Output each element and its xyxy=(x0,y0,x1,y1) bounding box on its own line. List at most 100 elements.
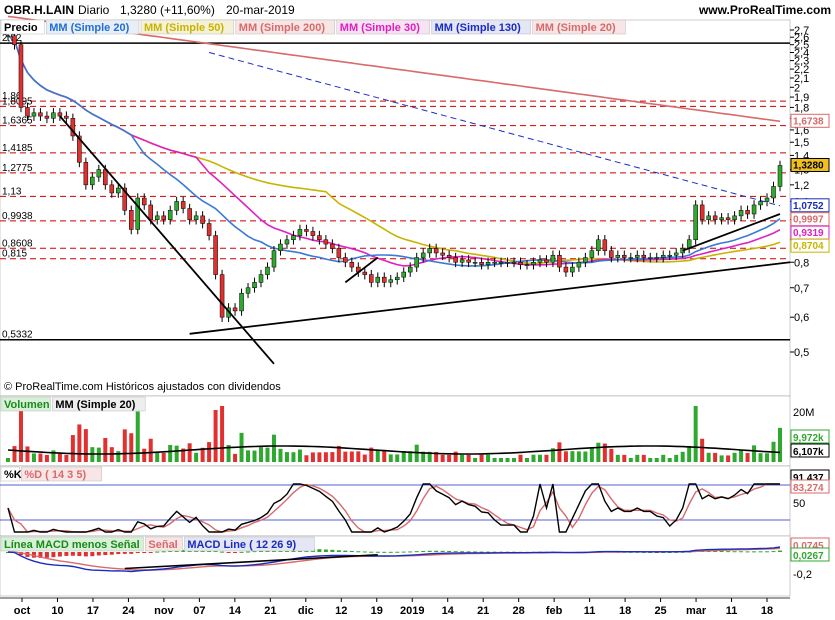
candle-body xyxy=(18,44,24,108)
volume-bar xyxy=(460,454,465,462)
volume-bar xyxy=(674,454,679,462)
candle-body xyxy=(161,215,166,220)
candle-body xyxy=(323,239,329,245)
macd-histogram-bar xyxy=(323,549,328,552)
macd-histogram-bar xyxy=(330,549,335,552)
macd-histogram-bar xyxy=(421,550,426,552)
volume-bar xyxy=(583,451,588,462)
candle-body xyxy=(479,262,484,265)
candle-body xyxy=(401,271,406,278)
candle-body xyxy=(96,169,102,178)
candle-body xyxy=(544,259,549,263)
volume-bar xyxy=(148,438,153,462)
candle-body xyxy=(167,210,173,220)
volume-bar xyxy=(628,458,633,462)
macd-histogram-bar xyxy=(414,551,419,553)
candle-body xyxy=(57,112,63,117)
volume-bar xyxy=(589,448,594,462)
price-tag-label: 1,0752 xyxy=(793,201,824,212)
legend-label: MM (Simple 200) xyxy=(239,22,326,34)
macd-histogram-bar xyxy=(362,551,367,553)
candle-body xyxy=(420,252,426,258)
macd-histogram-bar xyxy=(726,551,731,553)
volume-bar xyxy=(563,451,568,462)
volume-bar xyxy=(12,446,17,462)
candle-body xyxy=(622,254,627,258)
macd-histogram-bar xyxy=(226,552,231,553)
volume-bar xyxy=(739,450,744,462)
date-tick-label: feb xyxy=(546,605,563,617)
date-tick-label: mar xyxy=(686,605,707,617)
candle-body xyxy=(492,262,497,264)
candle-body xyxy=(38,112,43,117)
candle-body xyxy=(738,210,744,217)
candle-body xyxy=(213,235,218,275)
volume-bar xyxy=(512,458,517,462)
macd-histogram-bar xyxy=(252,551,257,553)
site-label[interactable]: www.ProRealTime.com xyxy=(698,3,831,17)
candle-body xyxy=(44,115,50,119)
macd-histogram-bar xyxy=(343,550,348,552)
date-tick-label: nov xyxy=(154,605,174,617)
macd-histogram-bar xyxy=(239,551,244,553)
macd-axis-tick-2: -0,2 xyxy=(793,569,812,581)
stochastic-panel[interactable] xyxy=(0,465,791,537)
date-tick-label: 14 xyxy=(442,605,455,617)
volume-bar xyxy=(732,452,737,462)
level-label: 1,8095 xyxy=(2,96,33,107)
date-tick-label: 10 xyxy=(51,605,63,617)
macd-histogram-bar xyxy=(401,551,406,553)
macd-histogram-bar xyxy=(752,551,757,553)
level-label: 1,2775 xyxy=(2,163,33,174)
macd-histogram-bar xyxy=(64,552,69,556)
macd-histogram-bar xyxy=(460,551,465,553)
candle-body xyxy=(258,274,264,283)
volume-bar xyxy=(246,450,251,462)
legend-label: MM (Simple 20) xyxy=(49,22,129,34)
candle-body xyxy=(699,204,705,220)
candle-body xyxy=(317,235,322,241)
volume-bar xyxy=(609,448,614,462)
volume-bar xyxy=(6,458,10,462)
candle-body xyxy=(135,197,140,230)
volume-bar xyxy=(726,455,731,462)
volume-bar xyxy=(356,451,361,462)
date-tick-label: 19 xyxy=(371,605,383,617)
volume-bar xyxy=(207,442,212,462)
volume-bar xyxy=(362,454,367,462)
axis-tick-label: 0,6 xyxy=(794,312,809,324)
macd-histogram-bar xyxy=(246,551,251,553)
legend-label: MM (Simple 130) xyxy=(435,22,522,34)
candle-body xyxy=(654,257,659,259)
level-label: 1,6365 xyxy=(2,116,33,127)
candle-body xyxy=(388,279,394,283)
volume-bar xyxy=(155,452,160,462)
volume-bar xyxy=(557,442,562,462)
candle-body xyxy=(252,282,257,289)
volume-bar xyxy=(252,450,257,462)
price-tag-label: 0,8704 xyxy=(793,241,824,252)
candle-body xyxy=(284,239,290,245)
volume-bar xyxy=(395,454,400,462)
candle-body xyxy=(330,243,335,249)
candle-body xyxy=(349,262,355,268)
macd-histogram-bar xyxy=(382,551,387,553)
date-tick-label: 14 xyxy=(229,605,242,617)
candle-body xyxy=(576,262,582,268)
candle-body xyxy=(537,259,543,263)
date-tick-label: 25 xyxy=(654,605,666,617)
date-tick-label: 12 xyxy=(335,605,347,617)
candle-body xyxy=(271,250,277,268)
volume-bar xyxy=(291,452,296,462)
candle-body xyxy=(51,112,56,119)
candle-body xyxy=(103,169,108,186)
volume-bar xyxy=(168,445,173,462)
volume-bar xyxy=(284,452,289,462)
volume-bar xyxy=(220,406,225,462)
candle-body xyxy=(440,252,445,256)
volume-bar xyxy=(343,451,348,462)
volume-bar xyxy=(570,451,575,462)
volume-bar xyxy=(382,450,387,462)
axis-tick-label: 0,8 xyxy=(794,257,809,269)
candle-body xyxy=(369,274,374,283)
